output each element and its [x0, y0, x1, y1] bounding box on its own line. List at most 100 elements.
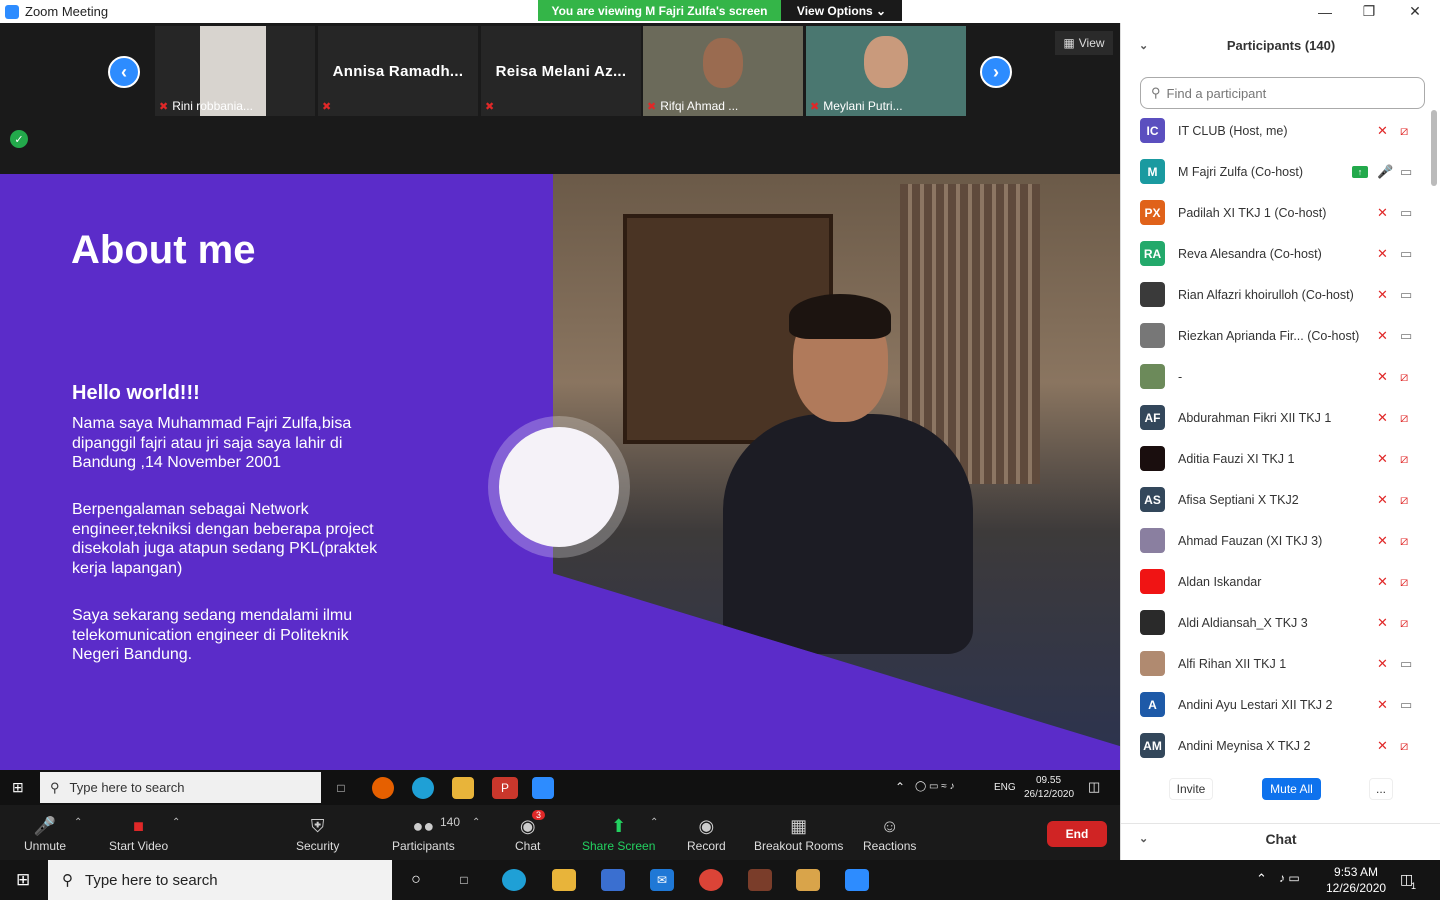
security-button[interactable]: ⛨ Security [296, 813, 339, 854]
file-explorer-icon[interactable] [552, 869, 576, 891]
restore-icon[interactable]: ❐ [1346, 0, 1392, 23]
file-explorer-icon[interactable] [452, 777, 474, 799]
camera-icon[interactable]: ▭ [1400, 328, 1412, 344]
mic-muted-icon[interactable]: ✕ [1377, 287, 1388, 303]
participant-row[interactable]: AF Abdurahman Fikri XII TKJ 1 ✕ ⧄ [1121, 397, 1431, 438]
mic-muted-icon[interactable]: ✕ [1377, 697, 1388, 713]
mic-muted-icon[interactable]: ✕ [1377, 492, 1388, 508]
edge-icon[interactable] [502, 869, 526, 891]
notification-icon[interactable]: ◫ [1088, 779, 1100, 795]
invite-button[interactable]: Invite [1169, 778, 1213, 800]
mail-icon[interactable]: ✉ [650, 869, 674, 891]
game-icon[interactable] [748, 869, 772, 891]
camera-icon[interactable]: ▭ [1400, 164, 1412, 180]
participants-caret[interactable]: ⌃ [472, 817, 480, 828]
more-options-button[interactable]: ... [1369, 778, 1393, 800]
participant-row[interactable]: PX Padilah XI TKJ 1 (Co-host) ✕ ▭ [1121, 192, 1431, 233]
camera-off-icon[interactable]: ⧄ [1400, 492, 1408, 508]
mic-muted-icon[interactable]: ✕ [1377, 738, 1388, 754]
camera-off-icon[interactable]: ⧄ [1400, 410, 1408, 426]
tray-chevron-icon[interactable]: ⌃ [1256, 871, 1267, 887]
mic-muted-icon[interactable]: ✕ [1377, 328, 1388, 344]
collapse-chevron-icon[interactable]: ⌄ [1139, 39, 1148, 52]
video-tile[interactable]: Reisa Melani Az... ✖ [481, 26, 641, 116]
participant-row[interactable]: Aldi Aldiansah_X TKJ 3 ✕ ⧄ [1121, 602, 1431, 643]
encryption-shield-icon[interactable]: ✓ [10, 130, 28, 148]
camera-off-icon[interactable]: ⧄ [1400, 451, 1408, 467]
cortana-icon[interactable]: ○ [404, 869, 428, 891]
share-options-caret[interactable]: ⌃ [650, 817, 658, 828]
task-view-icon[interactable]: □ [452, 869, 476, 891]
end-meeting-button[interactable]: End [1047, 821, 1107, 847]
camera-off-icon[interactable]: ⧄ [1400, 615, 1408, 631]
participant-search-input[interactable]: ⚲ Find a participant [1140, 77, 1425, 109]
share-screen-button[interactable]: ⬆ Share Screen [582, 813, 655, 854]
mute-all-button[interactable]: Mute All [1262, 778, 1321, 800]
camera-icon[interactable]: ▭ [1400, 246, 1412, 262]
windows-start-icon[interactable]: ⊞ [12, 779, 24, 796]
zoom-app-icon[interactable] [532, 777, 554, 799]
camera-off-icon[interactable]: ⧄ [1400, 738, 1408, 754]
mic-muted-icon[interactable]: ✕ [1377, 410, 1388, 426]
camera-off-icon[interactable]: ⧄ [1400, 123, 1408, 139]
collapse-chevron-icon[interactable]: ⌄ [1139, 832, 1148, 845]
participant-row[interactable]: A Andini Ayu Lestari XII TKJ 2 ✕ ▭ [1121, 684, 1431, 725]
gallery-prev-button[interactable]: ‹ [108, 56, 140, 88]
breakout-rooms-button[interactable]: ▦ Breakout Rooms [754, 813, 843, 854]
mic-muted-icon[interactable]: ✕ [1377, 246, 1388, 262]
camera-icon[interactable]: ▭ [1400, 205, 1412, 221]
mic-muted-icon[interactable]: ✕ [1377, 533, 1388, 549]
participant-row[interactable]: Rian Alfazri khoirulloh (Co-host) ✕ ▭ [1121, 274, 1431, 315]
participant-row[interactable]: Alfi Rihan XII TKJ 1 ✕ ▭ [1121, 643, 1431, 684]
participant-row[interactable]: M M Fajri Zulfa (Co-host) ↑ 🎤 ▭ [1121, 151, 1431, 192]
participant-list-scrollbar[interactable] [1431, 110, 1437, 186]
participant-row[interactable]: - ✕ ⧄ [1121, 356, 1431, 397]
gallery-next-button[interactable]: › [980, 56, 1012, 88]
firefox-icon[interactable] [372, 777, 394, 799]
participant-row[interactable]: AM Andini Meynisa X TKJ 2 ✕ ⧄ [1121, 725, 1431, 766]
video-tile[interactable]: Annisa Ramadh... ✖ [318, 26, 478, 116]
edge-icon[interactable] [412, 777, 434, 799]
task-view-icon[interactable]: □ [330, 777, 352, 799]
os-search-box[interactable]: ⚲ Type here to search [48, 860, 392, 900]
video-tile[interactable]: ✖ Meylani Putri... [806, 26, 966, 116]
minimize-icon[interactable]: — [1302, 0, 1348, 23]
view-options-button[interactable]: View Options ⌄ [781, 0, 902, 21]
mic-muted-icon[interactable]: ✕ [1377, 574, 1388, 590]
store-icon[interactable] [601, 869, 625, 891]
powerpoint-icon[interactable]: P [492, 777, 518, 799]
reactions-button[interactable]: ☺ Reactions [863, 813, 916, 854]
chrome-icon[interactable] [699, 869, 723, 891]
camera-icon[interactable]: ▭ [1400, 287, 1412, 303]
windows-start-icon[interactable]: ⊞ [16, 870, 30, 890]
participant-row[interactable]: Ahmad Fauzan (XI TKJ 3) ✕ ⧄ [1121, 520, 1431, 561]
unmute-button[interactable]: 🎤 Unmute [24, 813, 66, 854]
mic-muted-icon[interactable]: ✕ [1377, 369, 1388, 385]
view-button[interactable]: ▦ View [1055, 31, 1113, 55]
mic-icon[interactable]: 🎤 [1377, 164, 1393, 180]
video-options-caret[interactable]: ⌃ [172, 817, 180, 828]
camera-off-icon[interactable]: ⧄ [1400, 574, 1408, 590]
mic-muted-icon[interactable]: ✕ [1377, 205, 1388, 221]
mic-muted-icon[interactable]: ✕ [1377, 451, 1388, 467]
os-clock[interactable]: 9:53 AM 12/26/2020 [1326, 864, 1386, 896]
record-button[interactable]: ◉ Record [687, 813, 726, 854]
shared-search-box[interactable]: ⚲ Type here to search [40, 772, 321, 803]
mic-muted-icon[interactable]: ✕ [1377, 123, 1388, 139]
camera-off-icon[interactable]: ⧄ [1400, 533, 1408, 549]
participant-row[interactable]: Riezkan Aprianda Fir... (Co-host) ✕ ▭ [1121, 315, 1431, 356]
camera-off-icon[interactable]: ⧄ [1400, 369, 1408, 385]
camera-icon[interactable]: ▭ [1400, 656, 1412, 672]
video-tile[interactable]: ✖ Rifqi Ahmad ... [643, 26, 803, 116]
mic-muted-icon[interactable]: ✕ [1377, 615, 1388, 631]
zoom-app-icon[interactable] [845, 869, 869, 891]
participant-row[interactable]: IC IT CLUB (Host, me) ✕ ⧄ [1121, 110, 1431, 151]
camera-icon[interactable]: ▭ [1400, 697, 1412, 713]
participant-row[interactable]: AS Afisa Septiani X TKJ2 ✕ ⧄ [1121, 479, 1431, 520]
participant-row[interactable]: Aditia Fauzi XI TKJ 1 ✕ ⧄ [1121, 438, 1431, 479]
chat-section-header[interactable]: ⌄ Chat [1121, 823, 1440, 853]
participant-row[interactable]: Aldan Iskandar ✕ ⧄ [1121, 561, 1431, 602]
tray-chevron-icon[interactable]: ⌃ [895, 780, 905, 794]
language-indicator[interactable]: ENG [994, 782, 1016, 793]
mic-muted-icon[interactable]: ✕ [1377, 656, 1388, 672]
